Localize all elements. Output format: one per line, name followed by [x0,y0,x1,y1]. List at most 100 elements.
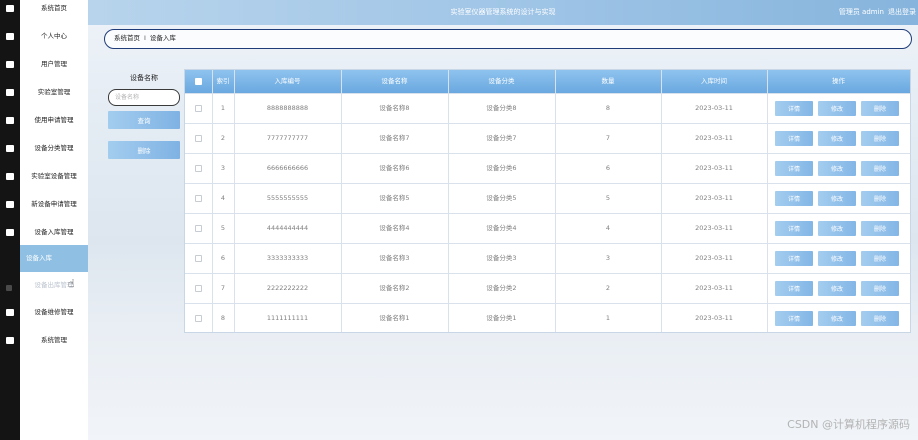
sidebar-item-users[interactable]: 用户管理 [20,51,88,78]
edit-button[interactable]: 修改 [818,281,856,296]
cell-code: 4444444444 [266,224,309,232]
sidebar-item-lab-equipment[interactable]: 实验室设备管理 [20,163,88,190]
grid-icon[interactable] [6,89,14,96]
sidebar-item-home[interactable]: 系统首页 [20,0,88,22]
cell-index: 8 [220,314,226,322]
shield-icon[interactable] [6,309,14,316]
edit-button[interactable]: 修改 [818,221,856,236]
cell-name: 设备名称1 [379,314,410,322]
edit-button[interactable]: 修改 [818,251,856,266]
cell-code: 7777777777 [266,134,309,142]
detail-button[interactable]: 详情 [775,101,813,116]
column-header-actions: 操作 [832,77,845,85]
edit-button[interactable]: 修改 [818,311,856,326]
breadcrumb-separator: I [144,34,146,42]
detail-button[interactable]: 详情 [775,191,813,206]
edit-button[interactable]: 修改 [818,131,856,146]
delete-button[interactable]: 删除 [861,161,899,176]
cell-name: 设备名称5 [379,194,410,202]
sidebar-item-stock-in-mgmt[interactable]: 设备入库管理 [20,219,88,246]
detail-button[interactable]: 详情 [775,161,813,176]
cell-name: 设备名称2 [379,284,410,292]
row-checkbox[interactable] [195,255,202,262]
cell-quantity: 8 [605,104,611,112]
table-row: 3 6666666666 设备名称6 设备分类6 6 2023-03-11 详情 修改 删除 [185,153,910,183]
send-icon[interactable] [6,285,12,291]
select-all-checkbox[interactable] [195,78,202,85]
row-checkbox[interactable] [195,135,202,142]
row-checkbox[interactable] [195,195,202,202]
column-header-date: 入库时间 [701,77,727,85]
cell-code: 1111111111 [266,314,309,322]
edit-button[interactable]: 修改 [818,191,856,206]
cell-category: 设备分类8 [486,104,517,112]
logout-link[interactable]: 退出登录 [888,7,916,17]
column-header-quantity: 数量 [601,77,615,85]
delete-button[interactable]: 删除 [861,191,899,206]
monitor-icon[interactable] [6,173,14,180]
column-divider [448,70,449,332]
breadcrumb-home[interactable]: 系统首页 [114,34,140,42]
detail-button[interactable]: 详情 [775,251,813,266]
sidebar-item-categories[interactable]: 设备分类管理 [20,135,88,162]
sidebar-item-usage-requests[interactable]: 使用申请管理 [20,107,88,134]
grid-icon[interactable] [6,337,14,344]
row-checkbox[interactable] [195,105,202,112]
cell-index: 5 [220,224,226,232]
column-divider [341,70,342,332]
cell-quantity: 4 [605,224,611,232]
detail-button[interactable]: 详情 [775,131,813,146]
cell-name: 设备名称8 [379,104,410,112]
cell-category: 设备分类7 [486,134,517,142]
sidebar-item-labs[interactable]: 实验室管理 [20,79,88,106]
sidebar: 系统首页 个人中心 用户管理 实验室管理 使用申请管理 设备分类管理 实验室设备… [20,0,88,440]
cell-quantity: 7 [605,134,611,142]
delete-button[interactable]: 删除 [861,101,899,116]
sidebar-item-new-equipment[interactable]: 新设备申请管理 [20,191,88,218]
delete-button[interactable]: 删除 [861,251,899,266]
cell-quantity: 2 [605,284,611,292]
cell-category: 设备分类6 [486,164,517,172]
cell-quantity: 5 [605,194,611,202]
table-row: 6 3333333333 设备名称3 设备分类3 3 2023-03-11 详情 修改 删除 [185,243,910,273]
delete-button[interactable]: 删除 [861,221,899,236]
detail-button[interactable]: 详情 [775,281,813,296]
cell-category: 设备分类5 [486,194,517,202]
cell-index: 4 [220,194,226,202]
bulk-delete-button[interactable]: 删除 [108,141,180,159]
row-checkbox[interactable] [195,225,202,232]
grid-icon[interactable] [6,229,14,236]
edit-button[interactable]: 修改 [818,161,856,176]
search-input[interactable] [108,89,180,106]
cell-index: 2 [220,134,226,142]
users-icon[interactable] [6,61,14,68]
sidebar-item-stock-in[interactable]: 设备入库 [20,245,88,272]
row-checkbox[interactable] [195,165,202,172]
delete-button[interactable]: 删除 [861,131,899,146]
column-divider [661,70,662,332]
user-icon[interactable] [6,33,14,40]
cell-date: 2023-03-11 [695,314,733,322]
home-icon[interactable] [6,5,14,12]
grid-icon[interactable] [6,145,14,152]
delete-button[interactable]: 删除 [861,281,899,296]
detail-button[interactable]: 详情 [775,221,813,236]
row-checkbox[interactable] [195,285,202,292]
sidebar-item-repairs[interactable]: 设备维修管理 [20,299,88,326]
sidebar-item-personal-center[interactable]: 个人中心 [20,23,88,50]
row-checkbox[interactable] [195,315,202,322]
cell-date: 2023-03-11 [695,134,733,142]
query-button[interactable]: 查询 [108,111,180,129]
table-row: 5 4444444444 设备名称4 设备分类4 4 2023-03-11 详情 修改 删除 [185,213,910,243]
breadcrumb: 系统首页 I 设备入库 [104,29,912,49]
sidebar-item-stock-out-mgmt[interactable]: 设备出库管理 ☝ [20,272,88,299]
chart-icon[interactable] [6,201,14,208]
grid-icon[interactable] [6,117,14,124]
cell-category: 设备分类1 [486,314,517,322]
edit-button[interactable]: 修改 [818,101,856,116]
delete-button[interactable]: 删除 [861,311,899,326]
detail-button[interactable]: 详情 [775,311,813,326]
cell-date: 2023-03-11 [695,284,733,292]
sidebar-item-system[interactable]: 系统管理 [20,327,88,354]
column-header-name: 设备名称 [381,77,408,85]
